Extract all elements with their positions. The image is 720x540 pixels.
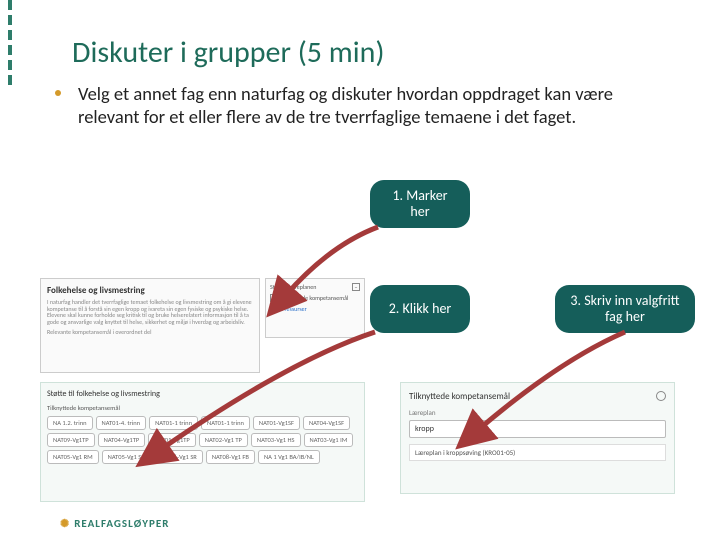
pill[interactable]: NAT05‑Vg1 SR — [102, 450, 151, 464]
s4-label: Læreplan — [409, 408, 666, 417]
s2-heading: Støtte i læreplanen — [270, 283, 316, 291]
pill[interactable]: NAT09‑Vg1TP — [47, 433, 95, 447]
screenshot-folkehelse: Folkehelse og livsmestring I naturfag ha… — [40, 278, 260, 373]
pill[interactable]: NAT01‑Vg1SF — [253, 416, 300, 430]
pill[interactable]: NAT01‑1 trinn — [149, 416, 198, 430]
minus-icon: − — [352, 283, 360, 291]
pill[interactable]: NAT04‑Vg1SF — [303, 416, 350, 430]
pill[interactable]: NA 1.2. trinn — [47, 416, 93, 430]
pill[interactable]: NAT06‑Vg1 SR — [154, 450, 203, 464]
pill[interactable]: NAT04‑Vg1TP — [98, 433, 146, 447]
s2-link[interactable]: + Vis ressurser — [270, 305, 360, 313]
checkbox-icon[interactable]: ✓ — [270, 294, 278, 302]
callout-1-text: 1. Marker her — [382, 188, 458, 220]
pill[interactable]: NAT01‑4. trinn — [96, 416, 147, 430]
decorative-dashes — [8, 0, 12, 85]
s1-heading: Folkehelse og livsmestring — [47, 285, 253, 296]
bullet-icon — [55, 90, 61, 96]
callout-2: 2. Klikk her — [370, 285, 470, 333]
callout-1: 1. Marker her — [370, 180, 470, 228]
pill[interactable]: NAT01‑1 trinn — [201, 416, 250, 430]
screenshot-pills: Støtte til folkehelse og livsmestring Ti… — [40, 382, 365, 502]
s4-input-value: kropp — [415, 424, 434, 434]
pill[interactable]: NAT03‑Vg1 IM — [304, 433, 354, 447]
callout-3-text: 3. Skriv inn valgfritt fag her — [567, 293, 683, 325]
pill[interactable]: NAT03‑Vg1 HS — [251, 433, 301, 447]
s2-chk-label: Tilknyttede kompetansemål — [281, 294, 348, 302]
pill[interactable]: NAT08‑Vg1 FB — [206, 450, 255, 464]
gear-icon: ✺ — [60, 517, 70, 530]
plus-icon: + — [270, 305, 273, 313]
s1-sub: Relevante kompetansemål i overordnet del — [47, 328, 253, 336]
s3-pills: NA 1.2. trinnNAT01‑4. trinnNAT01‑1 trinn… — [47, 416, 358, 464]
pill[interactable]: NAT02‑Vg1 TP — [199, 433, 248, 447]
pill[interactable]: NA 1 Vg1 BA/IB/NL — [258, 450, 320, 464]
s3-heading: Støtte til folkehelse og livsmestring — [47, 389, 358, 399]
pill[interactable]: NAT05‑Vg1 RM — [47, 450, 99, 464]
s2-checkbox-row[interactable]: ✓ Tilknyttede kompetansemål — [270, 294, 360, 302]
slide: Diskuter i grupper (5 min) Velg et annet… — [0, 0, 720, 540]
s2-heading-row: Støtte i læreplanen − — [270, 283, 360, 291]
callout-3: 3. Skriv inn valgfritt fag her — [555, 285, 695, 333]
pill[interactable]: NET01‑Vg1TP — [148, 433, 196, 447]
s2-link-text: Vis ressurser — [276, 305, 307, 313]
s4-heading: Tilknyttede kompetansemål — [409, 391, 666, 402]
body-text: Velg et annet fag enn naturfag og diskut… — [78, 82, 668, 128]
s1-blurb: I naturfag handler det tverrfaglige tema… — [47, 299, 253, 325]
logo-text: REALFAGSLØYPER — [74, 517, 169, 530]
s4-input[interactable]: kropp — [409, 420, 666, 438]
logo: ✺ REALFAGSLØYPER — [60, 517, 169, 530]
s3-sub: Tilknyttede kompetansemål — [47, 404, 358, 412]
callout-2-text: 2. Klikk her — [389, 301, 452, 317]
screenshot-search: Tilknyttede kompetansemål Læreplan kropp… — [400, 382, 675, 494]
slide-title: Diskuter i grupper (5 min) — [72, 34, 384, 71]
collapse-icon[interactable] — [656, 391, 666, 401]
screenshot-support: Støtte i læreplanen − ✓ Tilknyttede komp… — [265, 278, 365, 338]
s4-result[interactable]: Læreplan i kroppsøving (KRO01‑05) — [409, 444, 666, 461]
